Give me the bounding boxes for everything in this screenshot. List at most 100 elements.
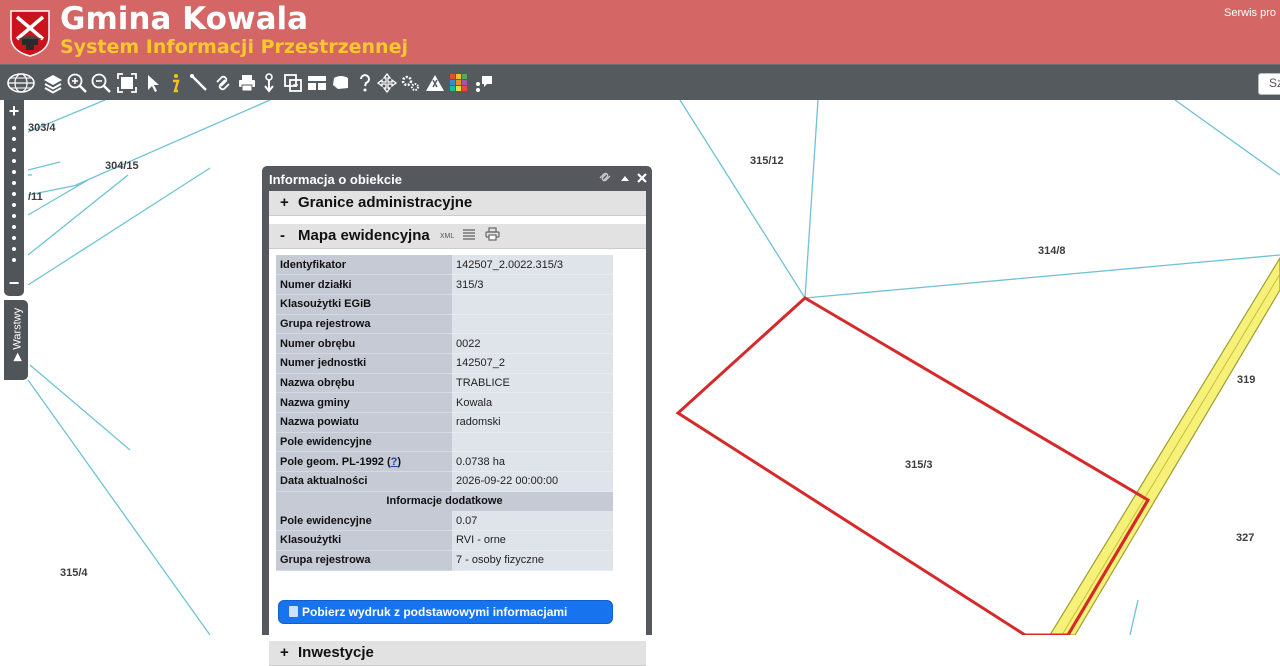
help-icon[interactable]: [354, 72, 376, 94]
section-cadastral-map[interactable]: - Mapa ewidencyjna XML: [269, 224, 646, 249]
zoom-minus-button[interactable]: −: [4, 274, 24, 292]
print-icon[interactable]: [485, 227, 500, 245]
parcel-label: 315/4: [60, 567, 88, 579]
document-icon: [289, 606, 298, 617]
print-report-button[interactable]: Pobierz wydruk z podstawowymi informacja…: [278, 600, 613, 624]
table-row: Numer obrębu 0022: [276, 333, 613, 354]
attr-value: 0022: [452, 333, 613, 354]
measure-line-icon[interactable]: [188, 72, 210, 94]
expand-sign: +: [280, 644, 289, 661]
table-row: Pole ewidencyjne 0.07: [276, 510, 613, 532]
attr-value: 315/3: [452, 274, 613, 295]
zoom-level-dot[interactable]: [12, 170, 16, 174]
globe-icon[interactable]: [6, 72, 36, 94]
table-row: Pole geom. PL-1992 (?) 0.0738 ha: [276, 451, 613, 473]
zoom-level-dot[interactable]: [12, 181, 16, 185]
attr-label: Numer jednostki: [276, 353, 452, 374]
attr-value: [452, 294, 613, 315]
panel-title: Informacja o obiekcie: [269, 172, 402, 187]
zoom-level-dot[interactable]: [12, 192, 16, 196]
copy-map-icon[interactable]: [282, 72, 304, 94]
panel-controls: [594, 171, 647, 186]
table-row: Klasoużytki EGiB: [276, 294, 613, 315]
layers-icon[interactable]: [42, 72, 64, 94]
layers-tab-label: ▶ Warstwy: [11, 307, 24, 362]
zoom-level-dot[interactable]: [12, 258, 16, 262]
parcel-label: 304/15: [105, 160, 139, 172]
section-label: Granice administracyjne: [298, 194, 473, 211]
zoom-slider[interactable]: + −: [4, 100, 24, 296]
attr-label: Grupa rejestrowa: [276, 550, 452, 571]
attr-label: Nazwa powiatu: [276, 412, 452, 433]
attr-label: Data aktualności: [276, 471, 452, 492]
section-admin-boundaries[interactable]: + Granice administracyjne: [269, 191, 646, 216]
zoom-level-dot[interactable]: [12, 247, 16, 251]
table-row: Pole ewidencyjne: [276, 432, 613, 453]
attr-label: Nazwa gminy: [276, 392, 452, 413]
shape-icon[interactable]: [330, 72, 352, 94]
zoom-level-dot[interactable]: [12, 225, 16, 229]
zoom-extent-icon[interactable]: [116, 72, 138, 94]
zoom-level-dot[interactable]: [12, 126, 16, 130]
table-row: Nazwa obrębu TRABLICE: [276, 373, 613, 394]
table-icon[interactable]: [306, 72, 328, 94]
download-icon[interactable]: [258, 72, 280, 94]
print-icon[interactable]: [236, 72, 258, 94]
attr-label: Identyfikator: [276, 255, 452, 276]
attr-value: 0.07: [452, 510, 613, 532]
settings-icon[interactable]: [400, 72, 422, 94]
app-header: Gmina Kowala System Informacji Przestrze…: [0, 0, 1280, 64]
palette-icon[interactable]: [448, 72, 470, 94]
parcel-label: 303/4: [28, 122, 56, 134]
attr-value: TRABLICE: [452, 373, 613, 394]
section-investments[interactable]: + Inwestycje: [269, 641, 646, 666]
zoom-level-dot[interactable]: [12, 137, 16, 141]
attr-label-text: Pole geom. PL-1992: [280, 455, 384, 468]
xml-icon[interactable]: XML: [440, 233, 454, 240]
link-icon[interactable]: [598, 172, 615, 186]
comment-icon[interactable]: [472, 72, 494, 94]
zoom-level-dot[interactable]: [12, 159, 16, 163]
parcel-label: /11: [28, 191, 43, 203]
attr-label: Numer działki: [276, 274, 452, 295]
attr-value: Kowala: [452, 392, 613, 413]
pan-icon[interactable]: [376, 72, 398, 94]
zoom-level-dot[interactable]: [12, 236, 16, 240]
expand-sign: +: [280, 194, 289, 211]
attr-label: Pole ewidencyjne: [276, 432, 452, 453]
zoom-level-dot[interactable]: [12, 203, 16, 207]
attr-value: RVI - orne: [452, 530, 613, 551]
parcel-label: 315/3: [905, 459, 933, 471]
attr-value: [452, 314, 613, 335]
list-icon[interactable]: [462, 228, 476, 245]
zoom-in-icon[interactable]: [66, 72, 88, 94]
zoom-out-icon[interactable]: [90, 72, 112, 94]
table-subheader-row: Informacje dodatkowe: [276, 491, 613, 511]
attributes-table: Identyfikator 142507_2.0022.315/3 Numer d…: [276, 255, 613, 571]
table-row: Grupa rejestrowa 7 - osoby fizyczne: [276, 550, 613, 571]
zoom-level-dot[interactable]: [12, 148, 16, 152]
attr-label: Pole ewidencyjne: [276, 510, 452, 532]
info-icon[interactable]: [164, 72, 186, 94]
parcel-label: 314/8: [1038, 245, 1066, 257]
print-button-label: Pobierz wydruk z podstawowymi informacja…: [302, 605, 568, 619]
parcel-label: 327: [1236, 532, 1255, 544]
app-title: Gmina Kowala: [60, 1, 309, 37]
service-link[interactable]: Serwis pro: [1224, 7, 1276, 19]
help-link[interactable]: ?: [391, 456, 398, 468]
coat-of-arms-logo: [9, 9, 51, 57]
warning-icon[interactable]: [424, 72, 446, 94]
link-icon[interactable]: [212, 72, 234, 94]
table-row: Numer działki 315/3: [276, 274, 613, 295]
parcel-label: 315/12: [750, 155, 784, 167]
attr-value: 142507_2: [452, 353, 613, 374]
attr-label: Pole geom. PL-1992 (?): [276, 451, 452, 473]
search-input[interactable]: Sz: [1258, 73, 1280, 95]
collapse-panel-icon[interactable]: [620, 172, 633, 186]
table-row: Data aktualności 2026-09-22 00:00:00: [276, 471, 613, 492]
zoom-plus-button[interactable]: +: [4, 102, 24, 120]
zoom-level-dot[interactable]: [12, 214, 16, 218]
layers-tab[interactable]: ▶ Warstwy: [4, 300, 28, 380]
select-arrow-icon[interactable]: [142, 72, 164, 94]
close-icon[interactable]: [637, 172, 647, 186]
